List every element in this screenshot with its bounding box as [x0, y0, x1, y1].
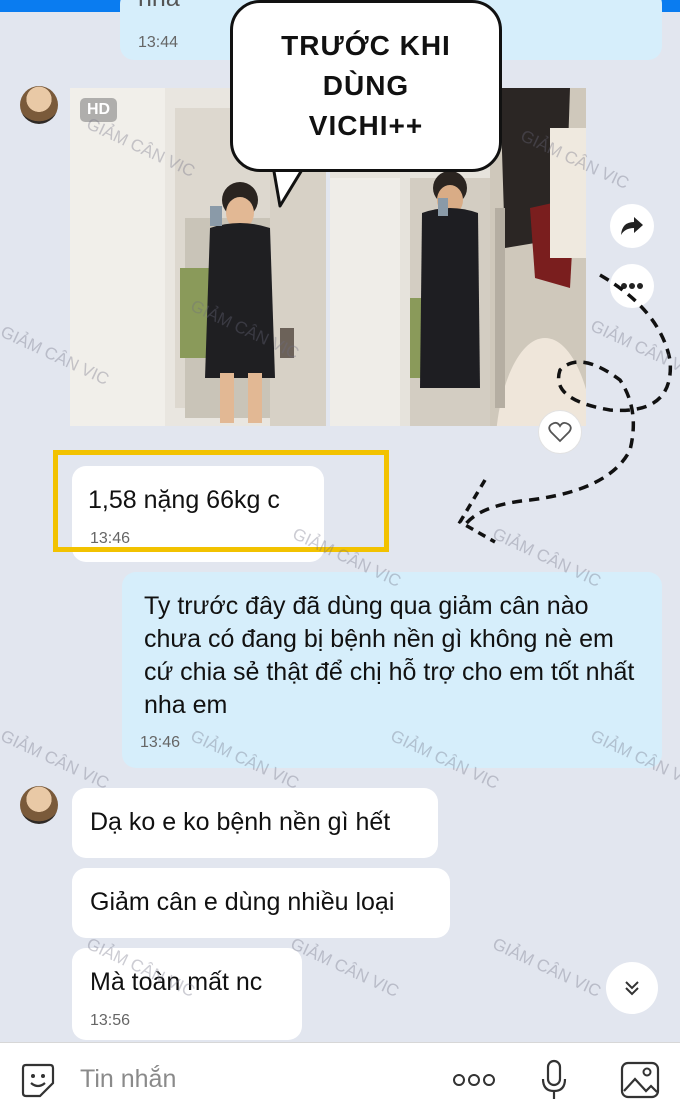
- microphone-icon[interactable]: [540, 1059, 568, 1101]
- sticker-icon[interactable]: [20, 1061, 56, 1099]
- hd-badge: HD: [80, 98, 118, 122]
- callout-text: TRƯỚC KHI DÙNG VICHI++: [281, 30, 451, 141]
- watermark: GIẢM CÂN VIC: [0, 726, 112, 793]
- message-text: Ty trước đây đã dùng qua giảm cân nào ch…: [144, 592, 635, 719]
- incoming-message[interactable]: Giảm cân e dùng nhiều loại: [72, 868, 450, 938]
- message-input[interactable]: Tin nhắn: [80, 1065, 176, 1094]
- incoming-message[interactable]: Mà toàn mất nc 13:56: [72, 948, 302, 1040]
- scroll-down-button[interactable]: [606, 962, 658, 1014]
- message-text: nha: [138, 0, 180, 15]
- message-text: Giảm cân e dùng nhiều loại: [90, 888, 395, 916]
- watermark: GIẢM CÂN VIC: [489, 934, 604, 1001]
- highlight-box: [53, 450, 389, 552]
- watermark: GIẢM CÂN VIC: [287, 934, 402, 1001]
- composer-bar: Tin nhắn: [0, 1042, 680, 1117]
- more-dots-icon[interactable]: [452, 1073, 496, 1087]
- message-time: 13:56: [90, 1012, 131, 1029]
- outgoing-message[interactable]: Ty trước đây đã dùng qua giảm cân nào ch…: [122, 572, 662, 768]
- dashed-arrow-annotation: [457, 273, 673, 544]
- message-time: 13:44: [138, 34, 179, 51]
- avatar[interactable]: [20, 86, 58, 124]
- image-icon[interactable]: [620, 1061, 660, 1099]
- before-callout: TRƯỚC KHI DÙNG VICHI++: [230, 0, 502, 172]
- incoming-message[interactable]: Dạ ko e ko bệnh nền gì hết: [72, 788, 438, 858]
- message-text: Dạ ko e ko bệnh nền gì hết: [90, 808, 391, 836]
- message-time: 13:46: [140, 734, 181, 751]
- message-text: Mà toàn mất nc: [90, 968, 263, 996]
- share-button[interactable]: [610, 204, 654, 248]
- share-icon: [621, 217, 643, 235]
- scroll-down-icon: [625, 981, 639, 996]
- avatar[interactable]: [20, 786, 58, 824]
